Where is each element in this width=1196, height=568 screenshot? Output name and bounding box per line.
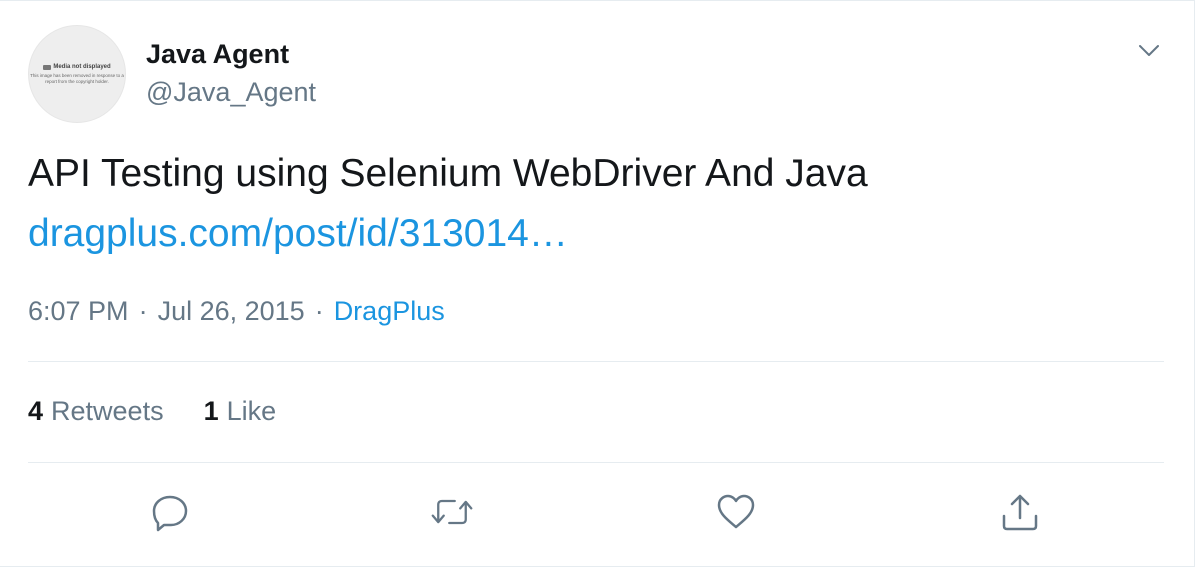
author-handle[interactable]: @Java_Agent [146, 77, 316, 108]
avatar-media-not-displayed: Media not displayed [43, 63, 111, 71]
tweet-stats: 4 Retweets 1 Like [28, 396, 276, 427]
divider [28, 361, 1164, 362]
likes-label: Like [226, 396, 277, 426]
author-display-name[interactable]: Java Agent [146, 39, 289, 70]
tweet-text: API Testing using Selenium WebDriver And… [28, 152, 868, 195]
more-options-button[interactable] [1134, 37, 1164, 65]
divider [28, 462, 1164, 463]
tweet-card: Media not displayed This image has been … [0, 0, 1195, 567]
retweet-button[interactable] [430, 490, 474, 534]
media-placeholder-icon [43, 64, 52, 70]
like-icon [717, 494, 755, 529]
retweets-stat[interactable]: 4 Retweets [28, 396, 164, 427]
chevron-down-icon [1139, 45, 1159, 56]
reply-button[interactable] [148, 490, 192, 534]
retweets-count: 4 [28, 396, 44, 426]
tweet-source[interactable]: DragPlus [334, 296, 445, 327]
tweet-date[interactable]: Jul 26, 2015 [158, 296, 305, 327]
tweet-time[interactable]: 6:07 PM [28, 296, 129, 327]
meta-separator: · [138, 296, 148, 326]
like-button[interactable] [714, 490, 758, 534]
reply-icon [152, 495, 188, 532]
share-icon [1002, 494, 1038, 531]
tweet-meta: 6:07 PM · Jul 26, 2015 · DragPlus [28, 296, 445, 327]
meta-separator: · [314, 296, 324, 326]
retweets-label: Retweets [51, 396, 164, 426]
tweet-link[interactable]: dragplus.com/post/id/313014… [28, 211, 568, 257]
avatar-placeholder-text: This image has been removed in response … [30, 73, 124, 84]
share-button[interactable] [998, 490, 1042, 534]
likes-count: 1 [203, 396, 219, 426]
avatar-placeholder-title: Media not displayed [53, 64, 111, 70]
retweet-icon [431, 499, 473, 525]
avatar[interactable]: Media not displayed This image has been … [28, 25, 126, 123]
likes-stat[interactable]: 1 Like [204, 396, 277, 427]
